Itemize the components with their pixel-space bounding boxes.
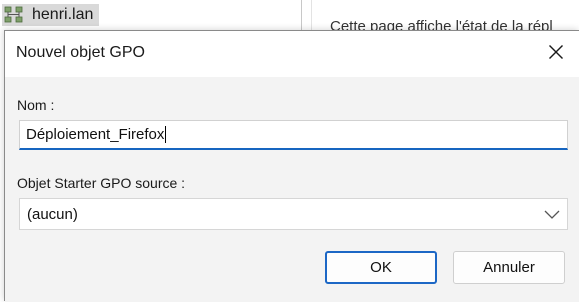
name-input-value: Déploiement_Firefox (26, 126, 165, 143)
starter-gpo-select[interactable]: (aucun) (19, 198, 568, 230)
dialog-title-bar: Nouvel objet GPO (5, 31, 579, 77)
name-input[interactable]: Déploiement_Firefox (19, 120, 568, 150)
tree-node-domain[interactable]: henri.lan (2, 4, 100, 26)
name-label: Nom : (17, 97, 55, 113)
chevron-down-icon (543, 206, 561, 222)
close-button[interactable] (533, 31, 579, 77)
close-icon (548, 44, 564, 65)
ok-button[interactable]: OK (325, 251, 437, 284)
domain-tree-icon (4, 6, 26, 24)
starter-gpo-label: Objet Starter GPO source : (17, 175, 186, 191)
starter-gpo-selected: (aucun) (27, 205, 78, 223)
cancel-button[interactable]: Annuler (453, 251, 565, 284)
new-gpo-dialog: Nouvel objet GPO Nom : Déploiement_Firef… (4, 30, 579, 302)
tree-node-label: henri.lan (32, 6, 94, 23)
dialog-body: Nom : Déploiement_Firefox Objet Starter … (5, 77, 579, 302)
text-caret (165, 126, 167, 143)
dialog-title: Nouvel objet GPO (16, 44, 145, 61)
